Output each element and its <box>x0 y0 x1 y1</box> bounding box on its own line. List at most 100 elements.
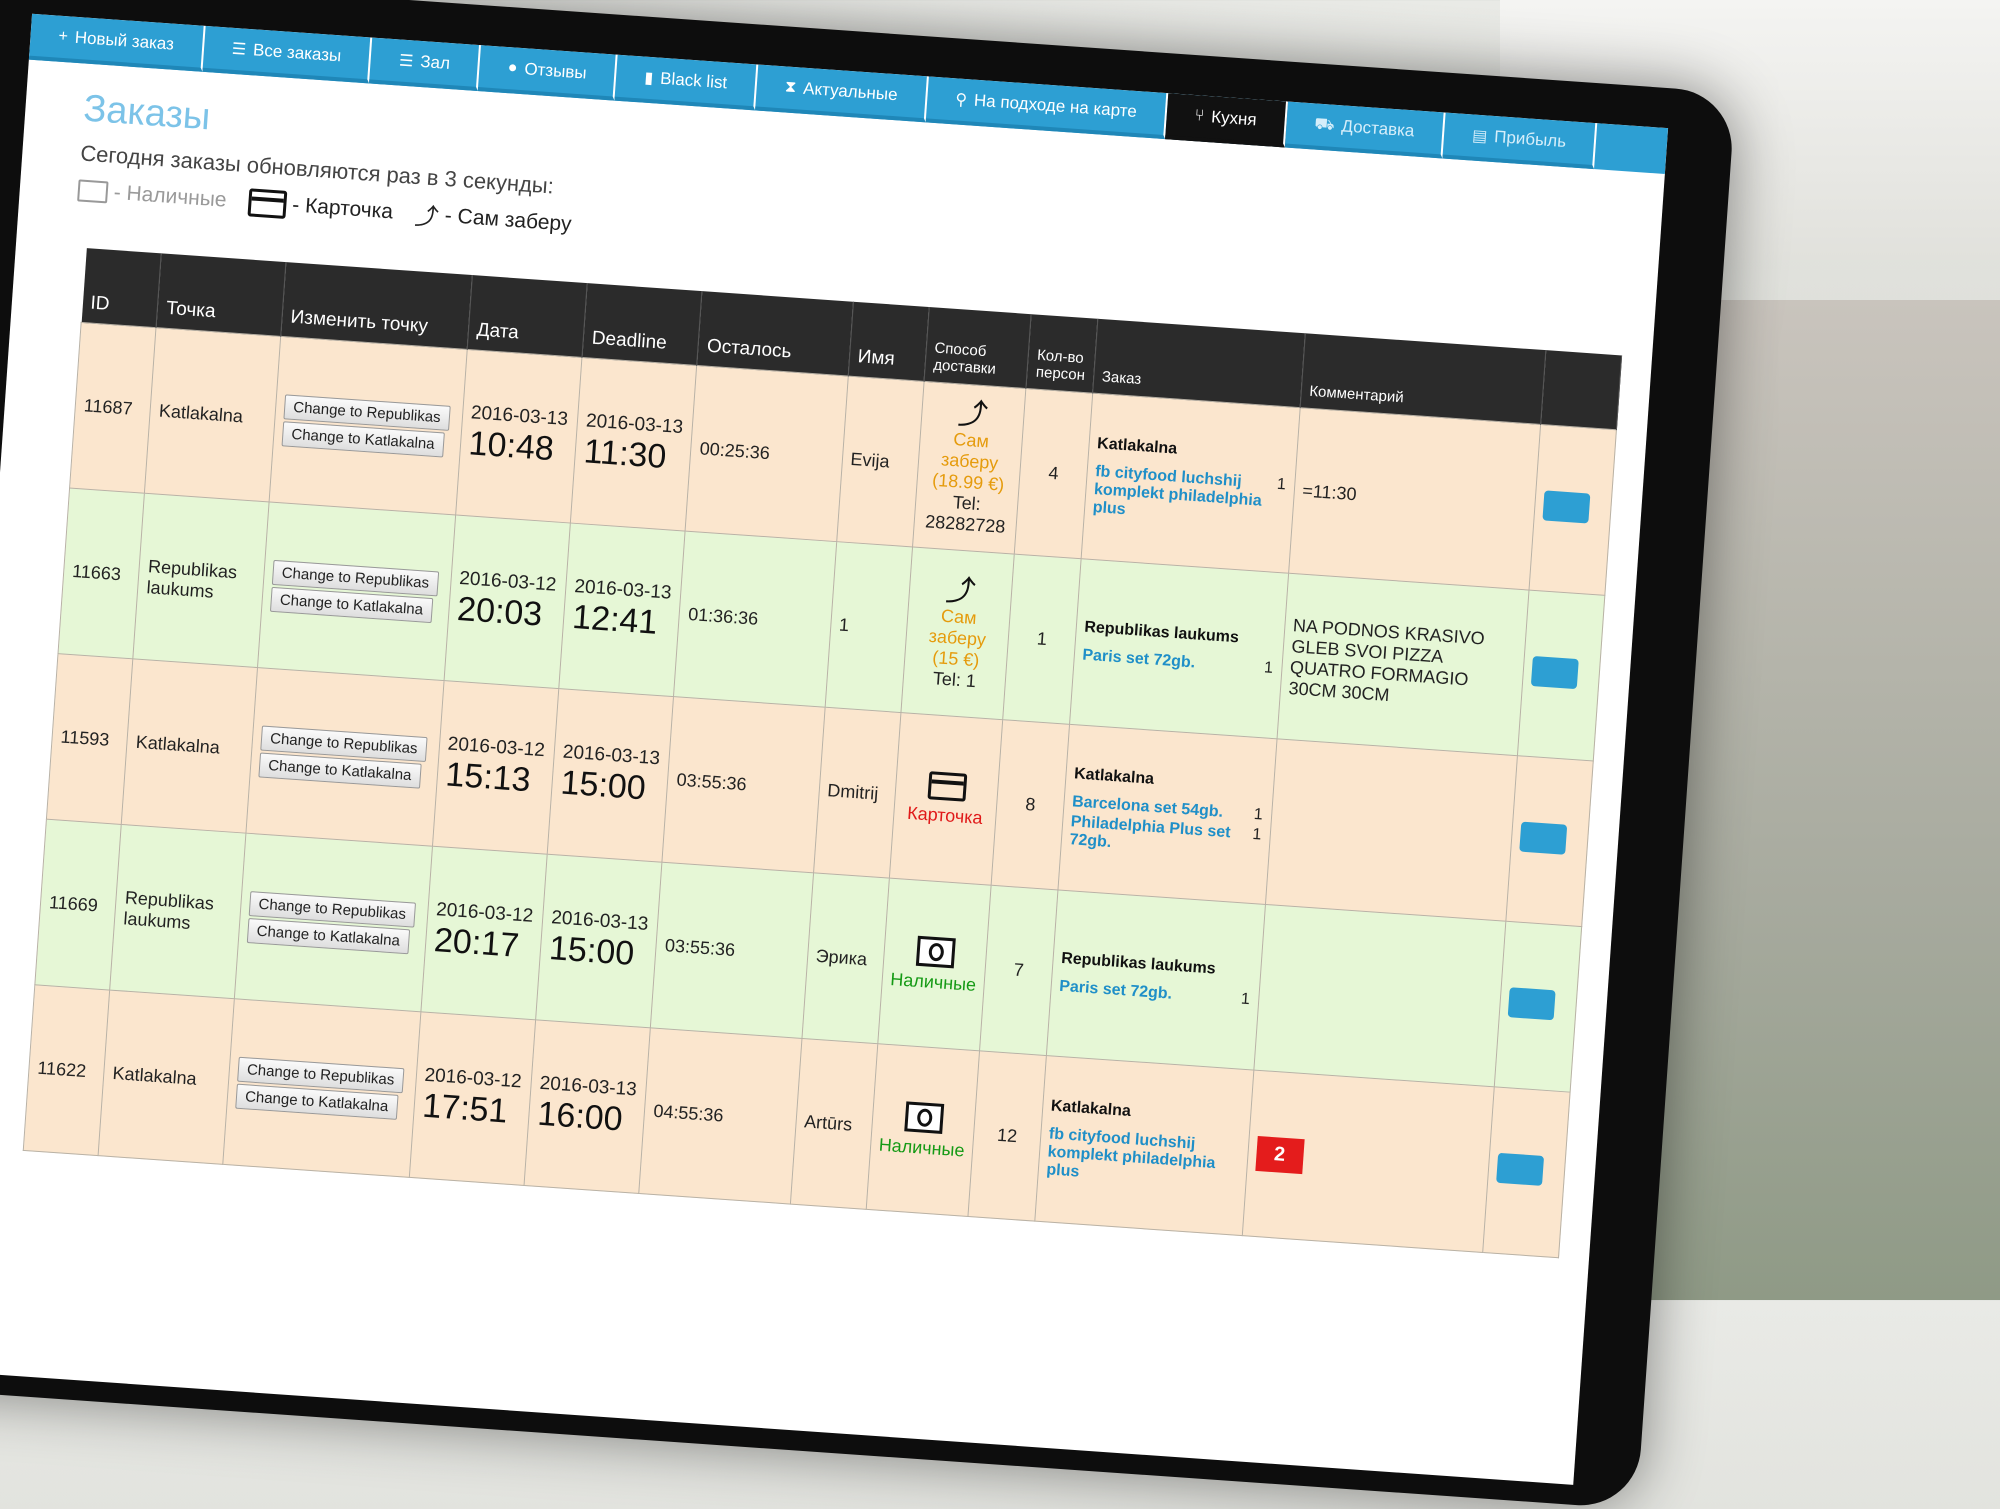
delivery-label: Сам заберу <box>928 605 987 650</box>
order-date-cell: 2016-03-13 10:48 <box>455 349 582 524</box>
delivery-label: Наличные <box>878 1134 966 1161</box>
nav-tab-label: На подходе на карте <box>973 90 1138 122</box>
order-items: Republikas laukums Paris set 72gb. 1 <box>1069 558 1289 739</box>
persons-count: 1 <box>1003 554 1081 725</box>
nav-tab[interactable]: ▤ Прибыль <box>1442 112 1598 170</box>
nav-tab-icon: ☰ <box>231 40 247 59</box>
nav-tab[interactable]: ⧗ Актуальные <box>755 64 929 123</box>
order-time: 20:03 <box>455 589 544 634</box>
persons-count: 7 <box>979 885 1058 1056</box>
nav-tab-icon: ● <box>507 59 519 77</box>
nav-tab-label: Доставка <box>1340 116 1416 141</box>
nav-tab-label: Отзывы <box>523 59 588 83</box>
row-actions <box>1506 755 1594 927</box>
order-items: Katlakalna fb cityfood luchshij komplekt … <box>1080 393 1300 574</box>
order-time: 10:48 <box>467 424 556 469</box>
order-item-name[interactable]: fb cityfood luchshij komplekt philadelph… <box>1046 1125 1228 1191</box>
order-items: Katlakalna fb cityfood luchshij komplekt … <box>1034 1055 1254 1236</box>
nav-tab[interactable]: + Новый заказ <box>28 13 206 72</box>
order-item: Paris set 72gb. 1 <box>1059 977 1251 1008</box>
delivery-method: ⤴ Сам заберу (18.99 €) Tel: 28282728 <box>912 381 1027 555</box>
row-actions <box>1483 1086 1571 1258</box>
order-date-cell: 2016-03-12 20:17 <box>420 846 548 1020</box>
nav-tab-label: Прибыль <box>1493 127 1567 152</box>
nav-tab-icon: ▤ <box>1471 127 1488 146</box>
order-point: Republikas laukums <box>110 824 247 999</box>
order-time: 20:17 <box>432 921 521 965</box>
row-action-button[interactable] <box>1519 821 1568 855</box>
legend-pickup: ⤴ - Сам заберу <box>414 196 573 242</box>
col-persons: Кол-во персон <box>1026 314 1098 394</box>
order-item: fb cityfood luchshij komplekt philadelph… <box>1046 1125 1240 1192</box>
col-name: Имя <box>847 301 929 382</box>
nav-tab[interactable]: ▮ Black list <box>614 54 759 111</box>
change-point-cell: Change to Republikas Change to Katlakalna <box>222 998 421 1178</box>
legend-cash-label: - Наличные <box>113 180 228 212</box>
order-location: Katlakalna <box>1096 434 1178 458</box>
row-actions <box>1517 590 1605 761</box>
col-actions <box>1541 350 1622 430</box>
delivery-method: Наличные <box>865 1043 980 1217</box>
order-item-qty: 1 <box>1263 658 1274 677</box>
legend-card: - Карточка <box>247 187 394 226</box>
row-action-button[interactable] <box>1531 656 1580 690</box>
legend-cash: - Наличные <box>77 178 227 212</box>
nav-tab-icon: ⛟ <box>1313 115 1336 134</box>
order-location: Republikas laukums <box>1060 949 1217 978</box>
change-point-cell: Change to Republikas Change to Katlakalna <box>246 667 444 847</box>
card-icon <box>927 770 967 802</box>
order-time: 15:13 <box>444 755 532 800</box>
order-id: 11622 <box>23 984 111 1156</box>
time-left: 01:36:36 <box>673 531 837 708</box>
pickup-icon: ⤴ <box>413 202 440 232</box>
row-actions <box>1529 424 1617 596</box>
col-date: Дата <box>466 275 588 358</box>
deadline-time: 12:41 <box>571 597 659 642</box>
customer-name: Artūrs <box>789 1038 878 1210</box>
delivery-method: Карточка <box>888 712 1004 886</box>
nav-tab[interactable]: ☰ Зал <box>369 37 482 92</box>
order-item-name[interactable]: Paris set 72gb. <box>1082 646 1196 672</box>
nav-tab[interactable]: ⚲ На подходе на карте <box>925 76 1169 140</box>
monitor-bezel: + Новый заказ ☰ Все заказы ☰ Зал ● Отзывы ▮ Black… <box>0 0 1736 1509</box>
order-id: 11593 <box>46 653 134 825</box>
nav-tab[interactable]: ⑂ Кухня <box>1164 93 1288 148</box>
time-left: 00:25:36 <box>685 365 848 542</box>
order-location: Katlakalna <box>1073 764 1155 788</box>
table-body: 11687 Katlakalna Change to Republikas Chang… <box>23 322 1617 1258</box>
col-deadline: Deadline <box>581 283 703 366</box>
row-action-button[interactable] <box>1508 987 1557 1021</box>
order-location: Republikas laukums <box>1083 618 1240 646</box>
deadline-cell: 2016-03-13 15:00 <box>535 854 663 1028</box>
col-point: Точка <box>156 253 286 337</box>
order-item-qty: 1 <box>1253 805 1264 824</box>
nav-tab-icon: ▮ <box>643 69 654 88</box>
nav-tab[interactable]: ● Отзывы <box>478 45 618 101</box>
delivery-label: Наличные <box>889 968 977 995</box>
change-point-cell: Change to Republikas Change to Katlakalna <box>257 501 456 681</box>
order-point: Katlakalna <box>98 990 235 1165</box>
order-item-name[interactable]: fb cityfood luchshij komplekt philadelph… <box>1092 463 1265 529</box>
order-item-qty: 1 <box>1251 825 1262 843</box>
time-left: 04:55:36 <box>639 1027 802 1205</box>
col-change: Изменить точку <box>280 262 473 350</box>
nav-tab-icon: + <box>57 27 69 46</box>
nav-tab-icon: ☰ <box>398 52 414 71</box>
order-item-qty: 1 <box>1240 989 1251 1008</box>
order-item-qty: 1 <box>1276 475 1287 493</box>
cash-icon <box>77 178 109 203</box>
row-action-button[interactable] <box>1542 490 1591 524</box>
order-item-name[interactable]: Paris set 72gb. <box>1059 977 1173 1003</box>
nav-tab[interactable]: ☰ Все заказы <box>202 25 373 84</box>
order-items: Katlakalna Barcelona set 54gb. 1 Philadelph… <box>1057 724 1277 905</box>
legend-pickup-label: - Сам заберу <box>444 203 573 236</box>
order-date-cell: 2016-03-12 17:51 <box>408 1011 536 1186</box>
change-point-cell: Change to Republikas Change to Katlakalna <box>234 833 433 1012</box>
nav-tab-label: Все заказы <box>252 40 342 66</box>
nav-tab[interactable]: ⛟ Доставка <box>1284 101 1446 159</box>
legend-card-label: - Карточка <box>291 192 394 223</box>
persons-count: 8 <box>991 719 1070 890</box>
persons-count: 4 <box>1014 388 1093 559</box>
row-action-button[interactable] <box>1496 1152 1545 1186</box>
customer-phone: Tel: 28282728 <box>924 492 1006 537</box>
